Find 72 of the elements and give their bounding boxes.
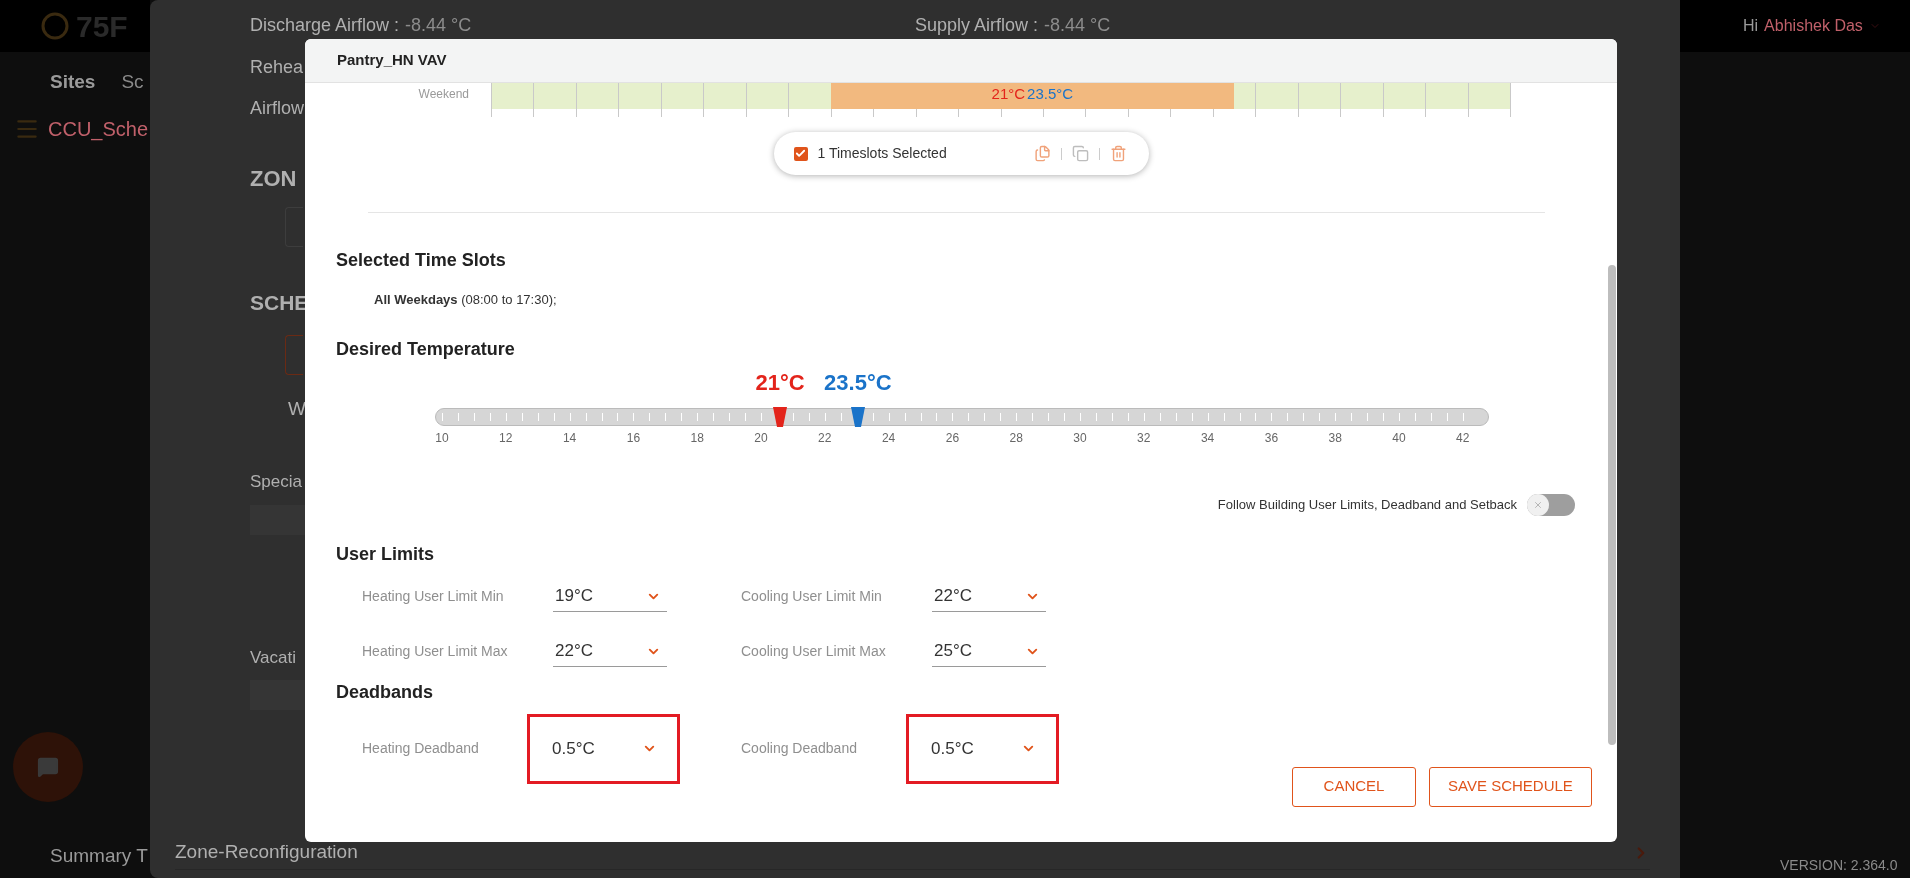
reading-label: Airflow	[250, 97, 304, 120]
section-heading: Vacati	[250, 646, 296, 669]
scale-label: 40	[1392, 429, 1406, 447]
scale-label: 26	[945, 429, 960, 447]
scale-label: 12	[499, 429, 513, 447]
scale-label: 24	[881, 429, 896, 447]
dialog-button[interactable]: CANCEL	[1292, 766, 1416, 807]
paste-icon[interactable]	[1071, 145, 1089, 162]
field-label: Heating Deadband	[362, 739, 480, 758]
section-heading: Specia	[250, 471, 302, 493]
scale-label: 42	[1456, 429, 1470, 447]
section-heading: Desired Temperature	[336, 337, 515, 361]
reading-value: -8.44 °C	[1044, 13, 1111, 37]
delete-icon[interactable]	[1109, 145, 1127, 162]
section-heading: SCHE	[250, 290, 309, 316]
scale-label: 30	[1073, 429, 1087, 447]
scale-label: 14	[562, 429, 577, 447]
close-icon	[1533, 499, 1543, 510]
dialog-button[interactable]: SAVE SCHEDULE	[1429, 766, 1592, 807]
field-label: Cooling User Limit Max	[741, 642, 887, 661]
field-label: Heating User Limit Max	[362, 642, 509, 661]
select-field[interactable]: 19°C	[553, 581, 667, 612]
reading-label: Rehea	[250, 56, 304, 79]
field-label: Cooling User Limit Min	[741, 587, 883, 606]
scrollbar[interactable]	[1608, 265, 1616, 745]
slider-handle-icon[interactable]	[773, 406, 787, 427]
scale-label: 18	[690, 429, 704, 447]
scale-label: 16	[626, 429, 641, 447]
section-heading: ZON	[250, 165, 297, 193]
scale-label: 20	[754, 429, 768, 447]
selection-count: 1 Timeslots Selected	[817, 144, 947, 163]
section-heading: Selected Time Slots	[336, 249, 506, 272]
scale-label: 28	[1009, 429, 1023, 447]
scale-label: 10	[435, 429, 449, 447]
section-heading: User Limits	[336, 542, 435, 566]
checkbox[interactable]	[793, 146, 808, 161]
user-menu[interactable]: Abhishek Das	[1764, 14, 1863, 38]
temperature-reading: 23.5°C	[824, 368, 892, 397]
scale-label: 34	[1200, 429, 1215, 447]
chat-icon	[37, 756, 59, 778]
schedule-tab[interactable]: W	[288, 394, 306, 423]
scale-label: 38	[1328, 429, 1342, 447]
select-field[interactable]: 0.5°C	[906, 713, 1059, 784]
select-field[interactable]: 22°C	[553, 636, 667, 667]
select-field[interactable]: 0.5°C	[527, 713, 680, 784]
select-field[interactable]: 25°C	[932, 636, 1046, 667]
summary-heading: Summary T	[49, 843, 149, 868]
select-field[interactable]: 22°C	[932, 581, 1046, 612]
reading-label: Discharge Airflow :	[250, 13, 400, 37]
greeting: Hi	[1743, 16, 1759, 36]
toggle-label: Follow Building User Limits, Deadband and Setback	[1217, 495, 1517, 514]
reading-label: Supply Airflow :	[915, 13, 1039, 37]
follow-toggle[interactable]	[1527, 493, 1575, 516]
temperature-reading: 21°C	[755, 368, 805, 397]
copy-icon[interactable]	[1033, 145, 1051, 162]
field-label: Cooling Deadband	[741, 739, 858, 758]
accordion-title[interactable]: Zone-Reconfiguration	[175, 838, 358, 867]
nav-link[interactable]: Sites	[50, 67, 96, 97]
day-label: Weekend	[417, 86, 470, 103]
field-label: Heating User Limit Min	[362, 587, 505, 606]
dialog-title: Pantry_HN VAV	[337, 50, 447, 71]
slider-handle-icon[interactable]	[850, 406, 865, 427]
reading-value: -8.44 °C	[405, 13, 472, 37]
scale-label: 36	[1264, 429, 1279, 447]
scale-label: 22	[818, 429, 832, 447]
time-slot-summary: All Weekdays (08:00 to 17:30);	[374, 291, 557, 309]
breadcrumb: CCU_Sche	[48, 117, 149, 143]
logo-icon	[40, 11, 70, 41]
scale-label: 32	[1137, 429, 1151, 447]
section-heading: Deadbands	[336, 680, 434, 704]
nav-link[interactable]: Sc	[121, 67, 144, 97]
version-label: VERSION: 2.364.0	[1779, 856, 1899, 875]
